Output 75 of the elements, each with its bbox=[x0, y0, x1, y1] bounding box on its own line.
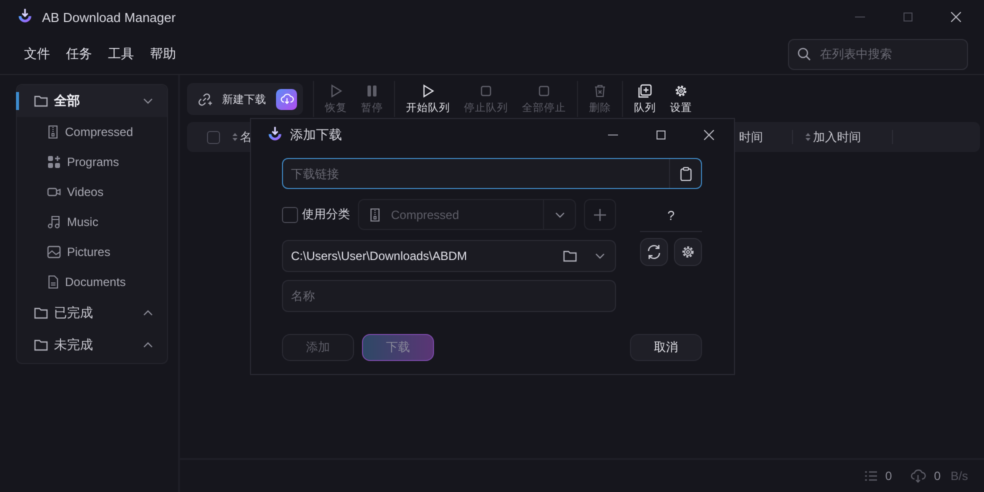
refresh-icon bbox=[646, 244, 662, 260]
speed-unit: B/s bbox=[950, 469, 968, 483]
folder-icon bbox=[34, 339, 48, 351]
cloud-download-icon bbox=[280, 92, 294, 106]
sidebar-item[interactable]: 已完成 bbox=[17, 297, 167, 329]
menu-item[interactable]: 工具 bbox=[100, 45, 142, 63]
queue-count: 0 bbox=[885, 469, 892, 483]
maximize-icon bbox=[656, 130, 666, 140]
image-icon bbox=[47, 245, 61, 259]
plus-icon bbox=[594, 208, 606, 220]
chevron-icon bbox=[143, 310, 153, 316]
settings-button[interactable] bbox=[674, 238, 702, 266]
list-icon bbox=[865, 470, 878, 482]
checkbox-label: 使用分类 bbox=[302, 206, 350, 223]
pause-icon bbox=[365, 84, 379, 98]
name-field[interactable]: 名称 bbox=[282, 280, 616, 312]
settings-icon bbox=[674, 84, 688, 98]
queue-icon bbox=[638, 84, 652, 98]
save-path-field[interactable]: C:\Users\User\Downloads\ABDM bbox=[282, 240, 616, 272]
play-icon bbox=[421, 84, 435, 98]
search-icon bbox=[797, 46, 811, 60]
category-item[interactable]: Pictures bbox=[17, 237, 167, 267]
chevron-icon bbox=[143, 342, 153, 348]
chevron-icon bbox=[143, 98, 153, 104]
trash-icon bbox=[593, 84, 607, 98]
dialog-button[interactable]: 取消 bbox=[630, 334, 702, 361]
close-icon bbox=[704, 130, 714, 140]
url-field[interactable]: 下载链接 bbox=[282, 158, 702, 189]
toolbar-button[interactable]: 队列 bbox=[627, 84, 663, 114]
sidebar-item[interactable]: 全部 bbox=[17, 85, 167, 117]
folder-icon bbox=[34, 95, 48, 107]
close-icon bbox=[951, 12, 961, 22]
category-item[interactable]: Compressed bbox=[17, 117, 167, 147]
column-header[interactable]: 时间 bbox=[739, 128, 763, 146]
clipboard-icon bbox=[680, 166, 692, 180]
cloud-download-icon bbox=[910, 469, 926, 483]
category-item[interactable]: Documents bbox=[17, 267, 167, 297]
zip-file-icon bbox=[369, 208, 381, 222]
window-title: AB Download Manager bbox=[42, 10, 176, 24]
settings-icon bbox=[681, 245, 695, 259]
play-icon bbox=[329, 84, 343, 98]
menu-item[interactable]: 任务 bbox=[58, 45, 100, 63]
toolbar-button[interactable]: 开始队列 bbox=[399, 84, 457, 114]
video-camera-icon bbox=[47, 185, 61, 199]
refresh-button[interactable] bbox=[640, 238, 668, 266]
toolbar-button[interactable]: 设置 bbox=[663, 84, 699, 114]
dialog-title: 添加下载 bbox=[290, 126, 342, 144]
zip-file-icon bbox=[47, 125, 59, 139]
select-all-checkbox[interactable] bbox=[207, 130, 220, 144]
chevron-icon bbox=[554, 212, 564, 218]
music-note-icon bbox=[47, 215, 61, 229]
help-text[interactable]: ? bbox=[667, 208, 675, 222]
cloud-download-button[interactable] bbox=[276, 88, 297, 110]
maximize-icon bbox=[903, 12, 913, 22]
stop-icon bbox=[479, 84, 493, 98]
download-speed: 0 bbox=[934, 469, 941, 483]
add-category-button[interactable] bbox=[584, 199, 616, 230]
apps-icon bbox=[47, 155, 61, 169]
category-item[interactable]: Programs bbox=[17, 147, 167, 177]
menu-item[interactable]: 帮助 bbox=[142, 45, 184, 63]
stop-icon bbox=[537, 84, 551, 98]
column-header[interactable]: 加入时间 bbox=[813, 128, 861, 146]
column-header[interactable]: 名 bbox=[240, 128, 252, 146]
category-item[interactable]: Music bbox=[17, 207, 167, 237]
link-icon bbox=[197, 92, 212, 106]
search-field[interactable]: 在列表中搜索 bbox=[788, 38, 968, 70]
checkbox[interactable] bbox=[282, 206, 298, 222]
chevron-icon bbox=[595, 253, 605, 259]
document-icon bbox=[47, 275, 59, 289]
folder-icon bbox=[563, 250, 577, 262]
new-download-button[interactable]: 新建下载 bbox=[187, 83, 303, 115]
sidebar-item[interactable]: 未完成 bbox=[17, 329, 167, 361]
folder-icon bbox=[34, 307, 48, 319]
category-item[interactable]: Videos bbox=[17, 177, 167, 207]
menu-item[interactable]: 文件 bbox=[16, 45, 58, 63]
